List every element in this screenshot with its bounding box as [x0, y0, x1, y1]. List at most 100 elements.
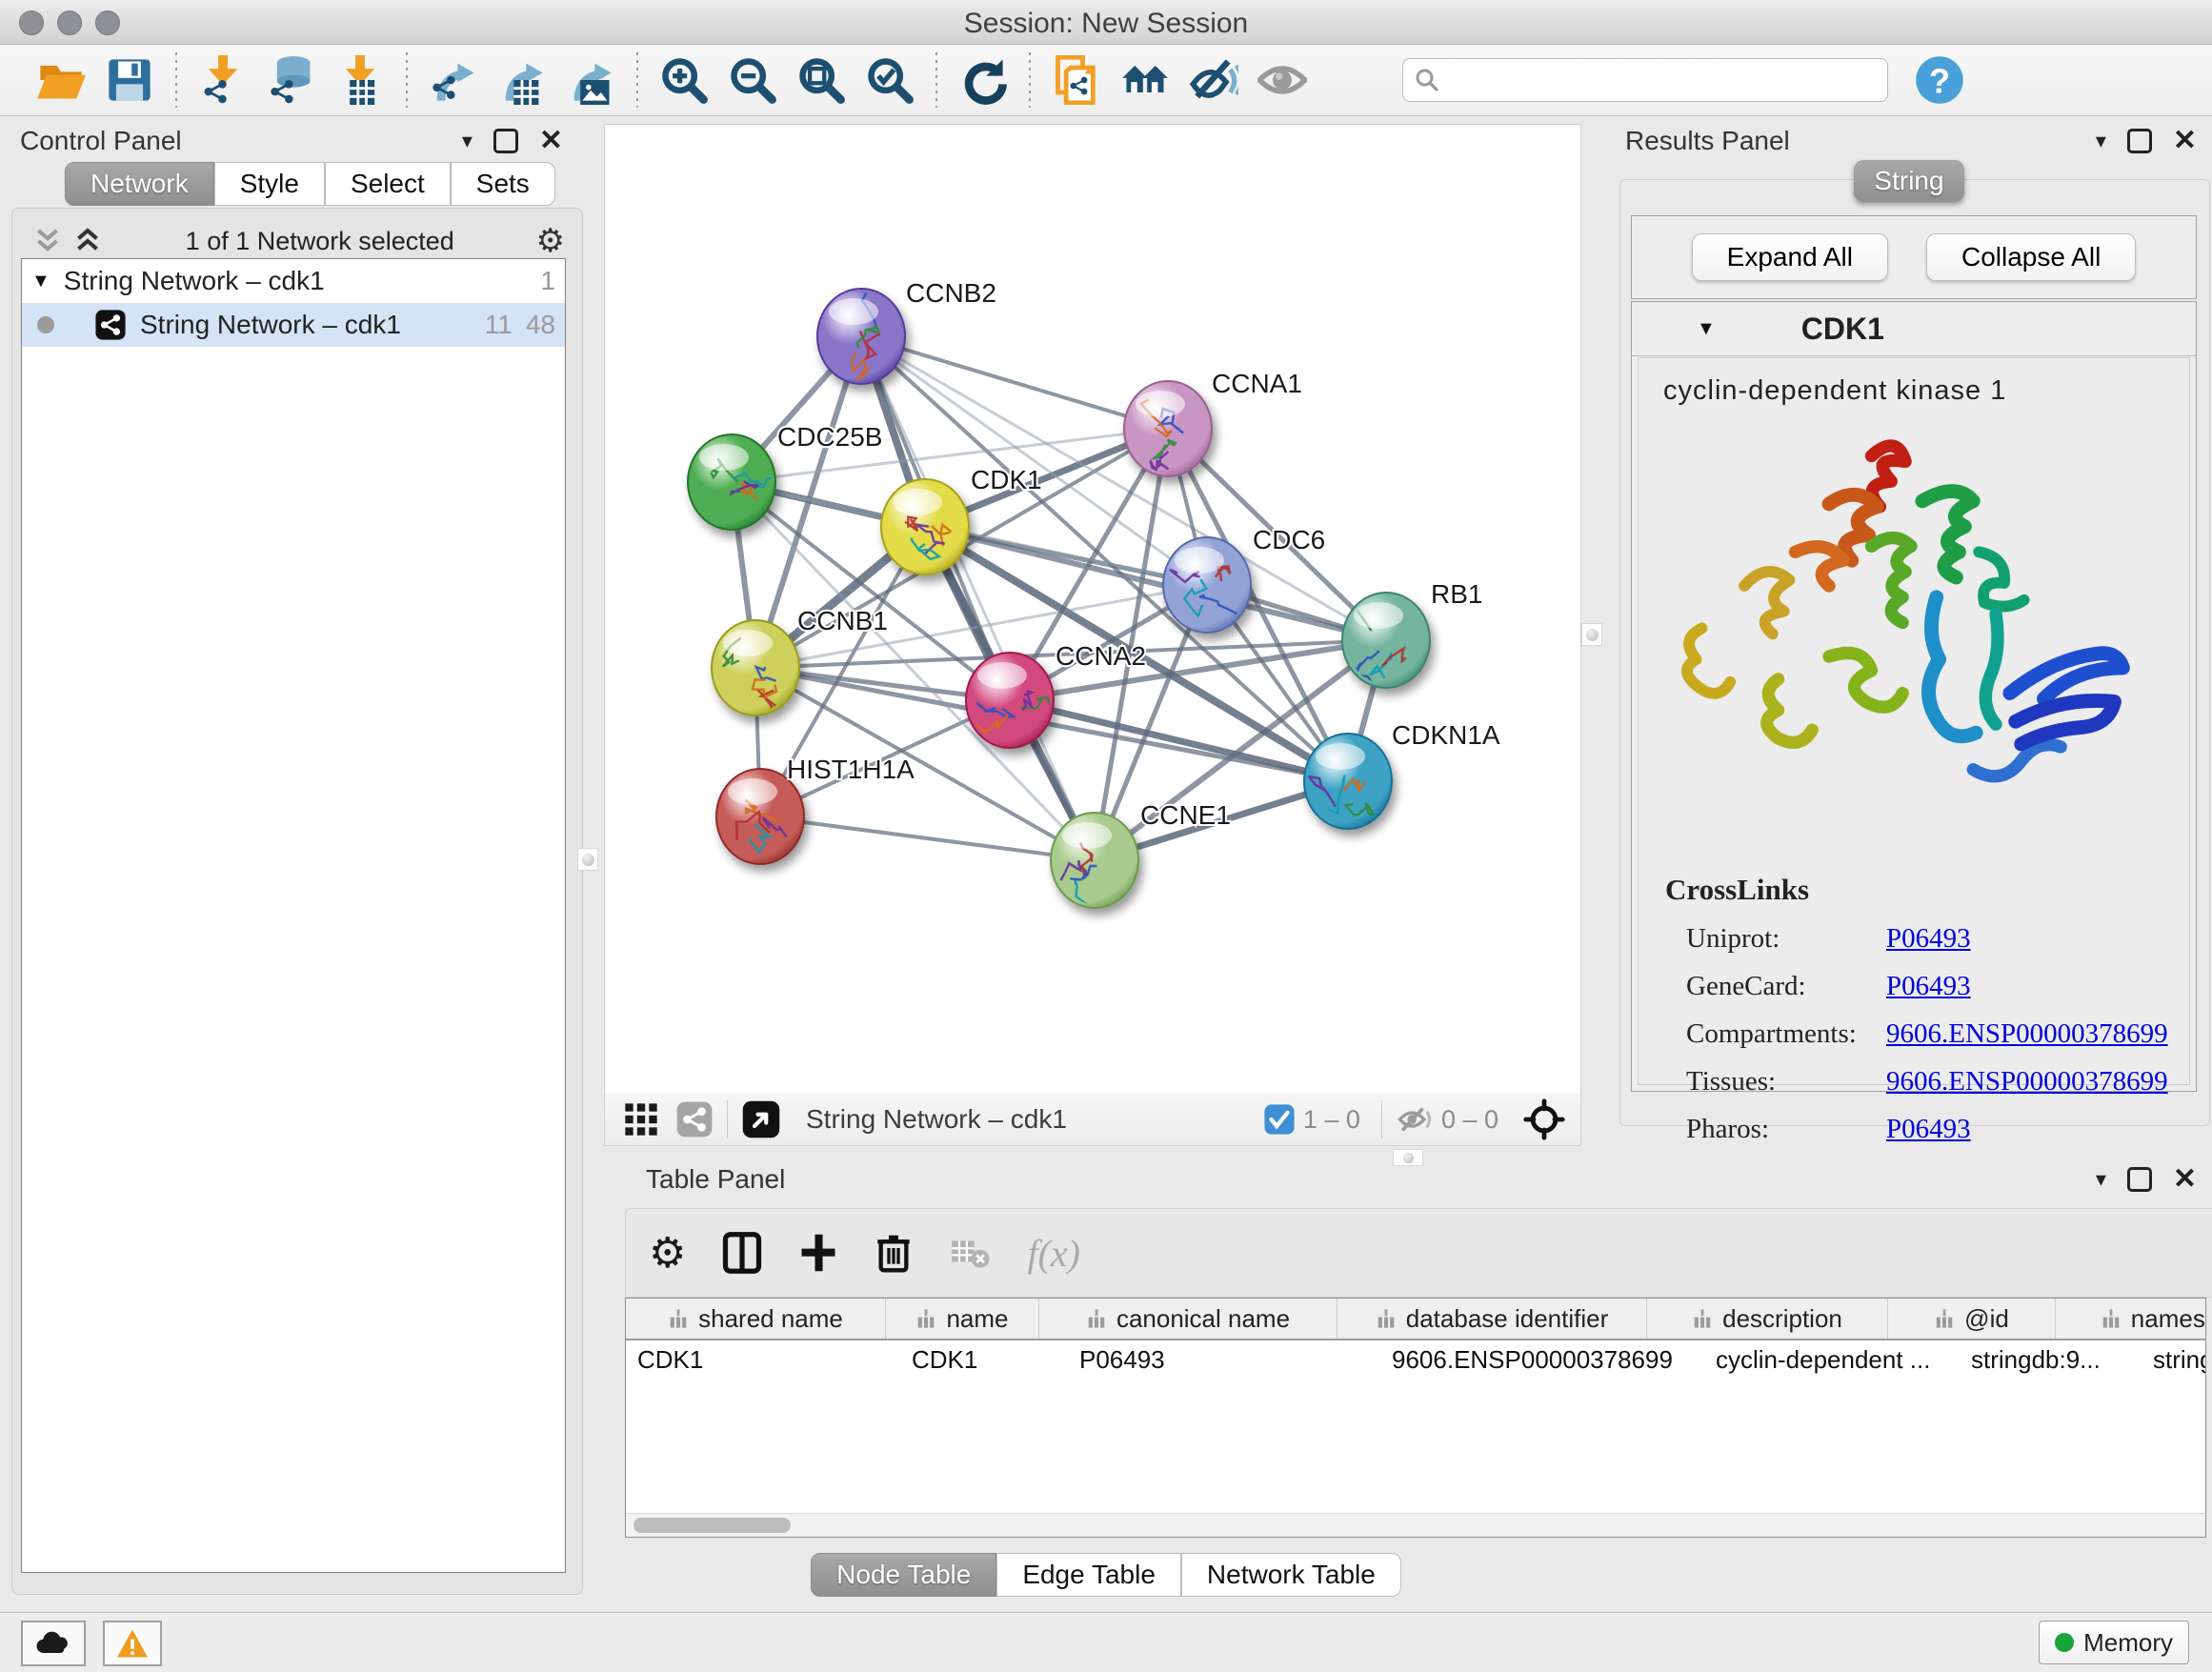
table-cell[interactable]: CDK1	[626, 1340, 900, 1379]
table-cell[interactable]: stringdb	[2142, 1340, 2206, 1379]
import-table-button[interactable]	[333, 53, 387, 107]
show-eye-button[interactable]	[1256, 53, 1309, 107]
expand-all-icon[interactable]	[71, 227, 104, 255]
crosslink-link[interactable]: 9606.ENSP00000378699	[1886, 1066, 2168, 1098]
import-database-button[interactable]	[265, 53, 318, 107]
zoom-fit-button[interactable]	[794, 53, 848, 107]
table-cell[interactable]: 9606.ENSP00000378699	[1380, 1340, 1704, 1379]
scrollbar-thumb[interactable]	[633, 1518, 791, 1533]
column-header-name[interactable]: name	[886, 1299, 1039, 1339]
export-image-button[interactable]	[564, 53, 617, 107]
tab-select[interactable]: Select	[325, 162, 451, 206]
table-panel-collapse-icon[interactable]: ▾	[2096, 1169, 2106, 1190]
zoom-selected-button[interactable]	[863, 53, 916, 107]
search-field	[1402, 58, 1888, 102]
table-cell[interactable]: cyclin-dependent ...	[1704, 1340, 1960, 1379]
tab-network[interactable]: Network	[65, 162, 214, 206]
crosslink-link[interactable]: P06493	[1886, 923, 1971, 955]
collapse-all-icon[interactable]	[31, 227, 64, 255]
gene-header-row[interactable]: ▼ CDK1	[1632, 302, 2196, 356]
results-panel-float-icon[interactable]	[2127, 129, 2152, 153]
node-CCNA1[interactable]: CCNA1	[1124, 369, 1302, 476]
table-cell[interactable]: CDK1	[900, 1340, 1068, 1379]
node-CDKN1A[interactable]: CDKN1A	[1304, 720, 1500, 829]
node-RB1[interactable]: RB1	[1329, 579, 1482, 688]
save-session-button[interactable]	[103, 53, 156, 107]
hide-selected-button[interactable]	[1187, 53, 1240, 107]
crosslink-link[interactable]: 9606.ENSP00000378699	[1886, 1018, 2168, 1050]
control-panel-collapse-icon[interactable]: ▾	[462, 131, 473, 151]
grid-view-icon[interactable]	[622, 1100, 660, 1138]
import-network-button[interactable]	[196, 53, 250, 107]
search-icon	[1413, 66, 1441, 94]
table-horizontal-scrollbar[interactable]	[626, 1513, 2205, 1537]
node-label-RB1: RB1	[1431, 579, 1482, 609]
column-header-canonical-name[interactable]: canonical name	[1039, 1299, 1337, 1339]
search-input[interactable]	[1441, 65, 1878, 96]
help-button[interactable]: ?	[1913, 53, 1966, 107]
cloud-button[interactable]	[21, 1621, 86, 1666]
delete-column-trash-icon[interactable]	[875, 1231, 913, 1275]
network-view-canvas[interactable]: CCNB2CCNA1CDC25BCDK1CDC6RB1CCNB1CCNA2CDK…	[604, 124, 1581, 1096]
tab-style[interactable]: Style	[214, 162, 325, 206]
results-panel-collapse-icon[interactable]: ▾	[2096, 131, 2106, 151]
left-splitter-handle[interactable]	[577, 848, 598, 871]
table-settings-gear-icon[interactable]: ⚙	[649, 1229, 686, 1278]
control-panel-float-icon[interactable]	[493, 129, 518, 153]
show-columns-icon[interactable]	[722, 1231, 762, 1275]
column-header-database-identifier[interactable]: database identifier	[1337, 1299, 1647, 1339]
tab-edge-table[interactable]: Edge Table	[996, 1553, 1181, 1597]
column-header-shared-name[interactable]: shared name	[626, 1299, 886, 1339]
edge-CCNE1-HIST1H1A[interactable]	[760, 816, 1095, 860]
fit-content-crosshair-icon[interactable]	[1523, 1098, 1565, 1140]
network-collection-row[interactable]: ▼ String Network – cdk1 1	[22, 259, 565, 303]
column-header--id[interactable]: @id	[1888, 1299, 2056, 1339]
share-view-icon[interactable]	[675, 1100, 714, 1138]
network-options-gear-icon[interactable]: ⚙	[536, 222, 565, 260]
birds-eye-view-icon[interactable]	[741, 1099, 781, 1139]
results-panel-close-icon[interactable]: ✕	[2173, 127, 2197, 155]
export-table-button[interactable]	[495, 53, 549, 107]
zoom-in-button[interactable]	[657, 53, 711, 107]
collapse-all-button[interactable]: Collapse All	[1926, 233, 2136, 281]
memory-button[interactable]: Memory	[2039, 1621, 2189, 1664]
share-document-button[interactable]	[1050, 53, 1103, 107]
add-column-icon[interactable]	[798, 1231, 838, 1275]
delete-table-icon-disabled	[949, 1234, 991, 1272]
right-splitter-handle[interactable]	[1581, 623, 1602, 646]
crosslink-link[interactable]: P06493	[1886, 1114, 1971, 1145]
node-CCNE1[interactable]: CCNE1	[1051, 800, 1231, 930]
tab-network-table[interactable]: Network Table	[1181, 1553, 1401, 1597]
table-cell[interactable]: stringdb:9...	[1960, 1340, 2142, 1379]
selected-checkbox-icon[interactable]	[1263, 1103, 1296, 1136]
export-network-button[interactable]	[427, 53, 480, 107]
tab-node-table[interactable]: Node Table	[811, 1553, 996, 1597]
zoom-out-button[interactable]	[726, 53, 779, 107]
network-row[interactable]: String Network – cdk1 11 48	[22, 303, 565, 347]
table-cell[interactable]: P06493	[1068, 1340, 1380, 1379]
table-row[interactable]: CDK1CDK1P064939606.ENSP00000378699cyclin…	[626, 1340, 2205, 1379]
column-header-description[interactable]: description	[1647, 1299, 1888, 1339]
tree-expand-icon[interactable]: ▼	[31, 271, 50, 292]
home-pages-button[interactable]	[1118, 53, 1172, 107]
expand-all-button[interactable]: Expand All	[1692, 233, 1888, 281]
crosslink-link[interactable]: P06493	[1886, 971, 1971, 1002]
open-session-button[interactable]	[34, 53, 88, 107]
node-label-CCNB1: CCNB1	[797, 606, 888, 635]
tab-sets[interactable]: Sets	[451, 162, 555, 206]
table-toolbar: ⚙ f(x)	[625, 1208, 2212, 1298]
column-header-namespace[interactable]: namespace	[2056, 1299, 2206, 1339]
refresh-button[interactable]	[956, 53, 1010, 107]
control-panel-close-icon[interactable]: ✕	[539, 127, 563, 155]
network-row-label: String Network – cdk1	[140, 310, 401, 340]
table-panel-close-icon[interactable]: ✕	[2173, 1165, 2197, 1194]
node-CDK1[interactable]: CDK1	[881, 465, 1042, 574]
tab-string[interactable]: String	[1854, 160, 1964, 202]
hidden-eye-icon[interactable]	[1396, 1103, 1434, 1136]
node-HIST1H1A[interactable]: HIST1H1A	[716, 755, 915, 864]
gene-collapse-icon[interactable]: ▼	[1697, 318, 1716, 340]
table-panel-float-icon[interactable]	[2127, 1167, 2152, 1192]
warning-button[interactable]	[103, 1621, 162, 1666]
network-selection-status: 1 of 1 Network selected	[104, 227, 536, 256]
edge-CCNB2-CCNA1[interactable]	[861, 336, 1168, 429]
